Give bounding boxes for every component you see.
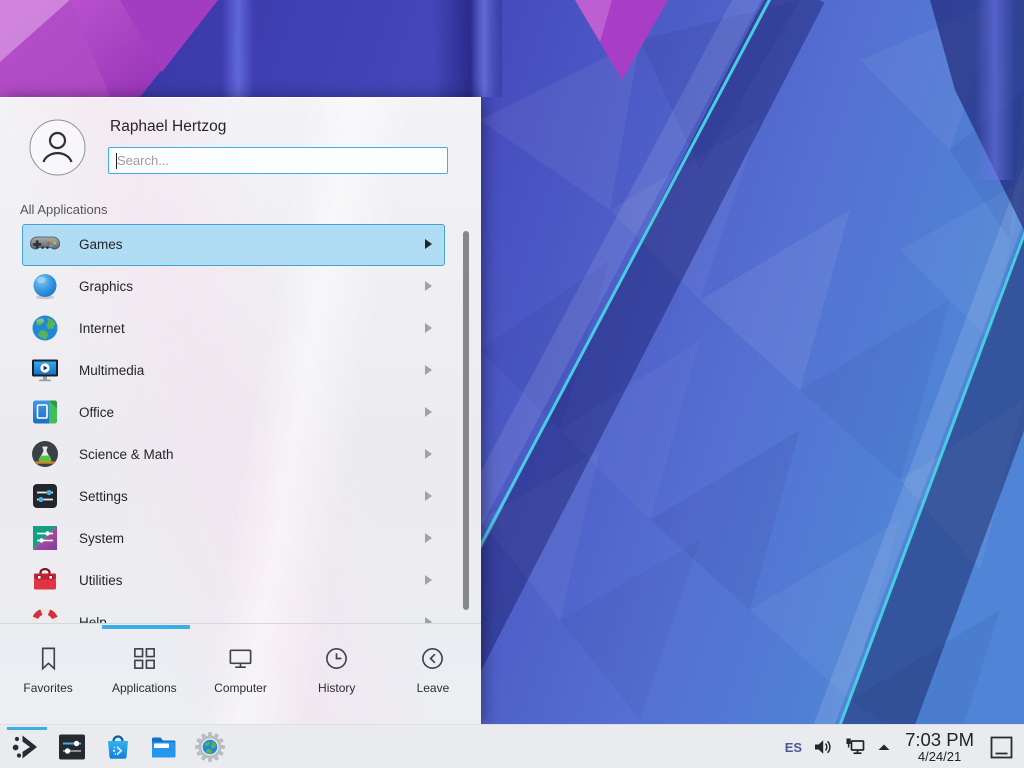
chevron-right-icon [425,281,432,291]
search-field[interactable] [108,147,448,174]
show-desktop-icon [988,734,1015,761]
tab-computer[interactable]: Computer [192,624,288,725]
text-cursor [116,153,117,169]
category-settings[interactable]: Settings [0,475,481,517]
category-office[interactable]: Office [0,391,481,433]
chevron-right-icon [425,449,432,459]
tab-leave[interactable]: Leave [385,624,481,725]
section-label: All Applications [20,202,107,217]
document-icon [29,396,61,428]
category-system[interactable]: System [0,517,481,559]
system-sliders-icon [29,522,61,554]
grid-icon [131,645,158,672]
leave-icon [419,645,446,672]
category-games[interactable]: Games [0,223,481,265]
category-help[interactable]: Help [0,601,481,623]
category-multimedia[interactable]: Multimedia [0,349,481,391]
expand-tray-icon[interactable] [877,742,891,752]
tab-history[interactable]: History [289,624,385,725]
category-label: Graphics [79,279,133,294]
clock-date: 4/24/21 [918,750,961,764]
keyboard-layout-indicator[interactable]: ES [785,740,802,755]
desktop: Raphael Hertzog All Applications [0,0,1024,768]
show-desktop-button[interactable] [988,734,1015,761]
category-list: Games Graphics [0,223,481,623]
globe-icon [29,312,61,344]
system-settings-icon [56,731,88,763]
flask-icon [29,438,61,470]
category-utilities[interactable]: Utilities [0,559,481,601]
clock-icon [323,645,350,672]
computer-icon [227,645,254,672]
system-tray: ES [785,725,1024,768]
clock-widget[interactable]: 7:03 PM 4/24/21 [905,730,974,763]
tab-label: Favorites [23,681,72,695]
application-launcher-button[interactable] [10,731,42,763]
file-manager-button[interactable] [148,731,180,763]
taskbar: ES [0,724,1024,768]
lifebuoy-icon [29,606,61,623]
toolbox-icon [29,564,61,596]
category-science-math[interactable]: Science & Math [0,433,481,475]
chevron-right-icon [425,407,432,417]
search-input[interactable] [109,148,447,173]
sliders-icon [29,480,61,512]
tab-label: Leave [417,681,450,695]
monitor-play-icon [29,354,61,386]
volume-icon[interactable] [812,736,834,758]
category-label: Settings [79,489,128,504]
konqueror-globe-gear-icon [194,731,226,763]
tab-label: History [318,681,355,695]
avatar[interactable] [29,119,86,176]
active-tab-indicator [102,625,190,629]
category-label: Utilities [79,573,123,588]
sphere-icon [29,270,61,302]
tab-label: Computer [214,681,267,695]
network-icon[interactable] [844,736,867,759]
tab-favorites[interactable]: Favorites [0,624,96,725]
discover-button[interactable] [102,731,134,763]
chevron-right-icon [425,575,432,585]
discover-bag-icon [102,731,134,763]
category-label: Multimedia [79,363,144,378]
taskbar-launchers [10,725,226,768]
bookmark-icon [35,645,62,672]
web-browser-button[interactable] [194,731,226,763]
category-label: Games [79,237,123,252]
chevron-right-icon [425,365,432,375]
chevron-right-icon [425,533,432,543]
chevron-right-icon [425,323,432,333]
category-internet[interactable]: Internet [0,307,481,349]
category-label: Internet [79,321,125,336]
kde-kickoff-icon [10,731,42,763]
user-name: Raphael Hertzog [110,118,226,136]
category-label: Science & Math [79,447,174,462]
category-label: Office [79,405,114,420]
category-label: System [79,531,124,546]
chevron-right-icon [425,239,432,249]
tab-label: Applications [112,681,177,695]
application-launcher-popup: Raphael Hertzog All Applications [0,97,481,724]
folder-icon [148,731,180,763]
scrollbar[interactable] [463,231,469,610]
clock-time: 7:03 PM [905,730,974,749]
tab-applications[interactable]: Applications [96,624,192,725]
launcher-tabbar: Favorites Applications Computer [0,623,481,725]
chevron-right-icon [425,491,432,501]
category-graphics[interactable]: Graphics [0,265,481,307]
category-label: Help [79,615,107,624]
system-settings-button[interactable] [56,731,88,763]
gamepad-icon [29,228,61,260]
